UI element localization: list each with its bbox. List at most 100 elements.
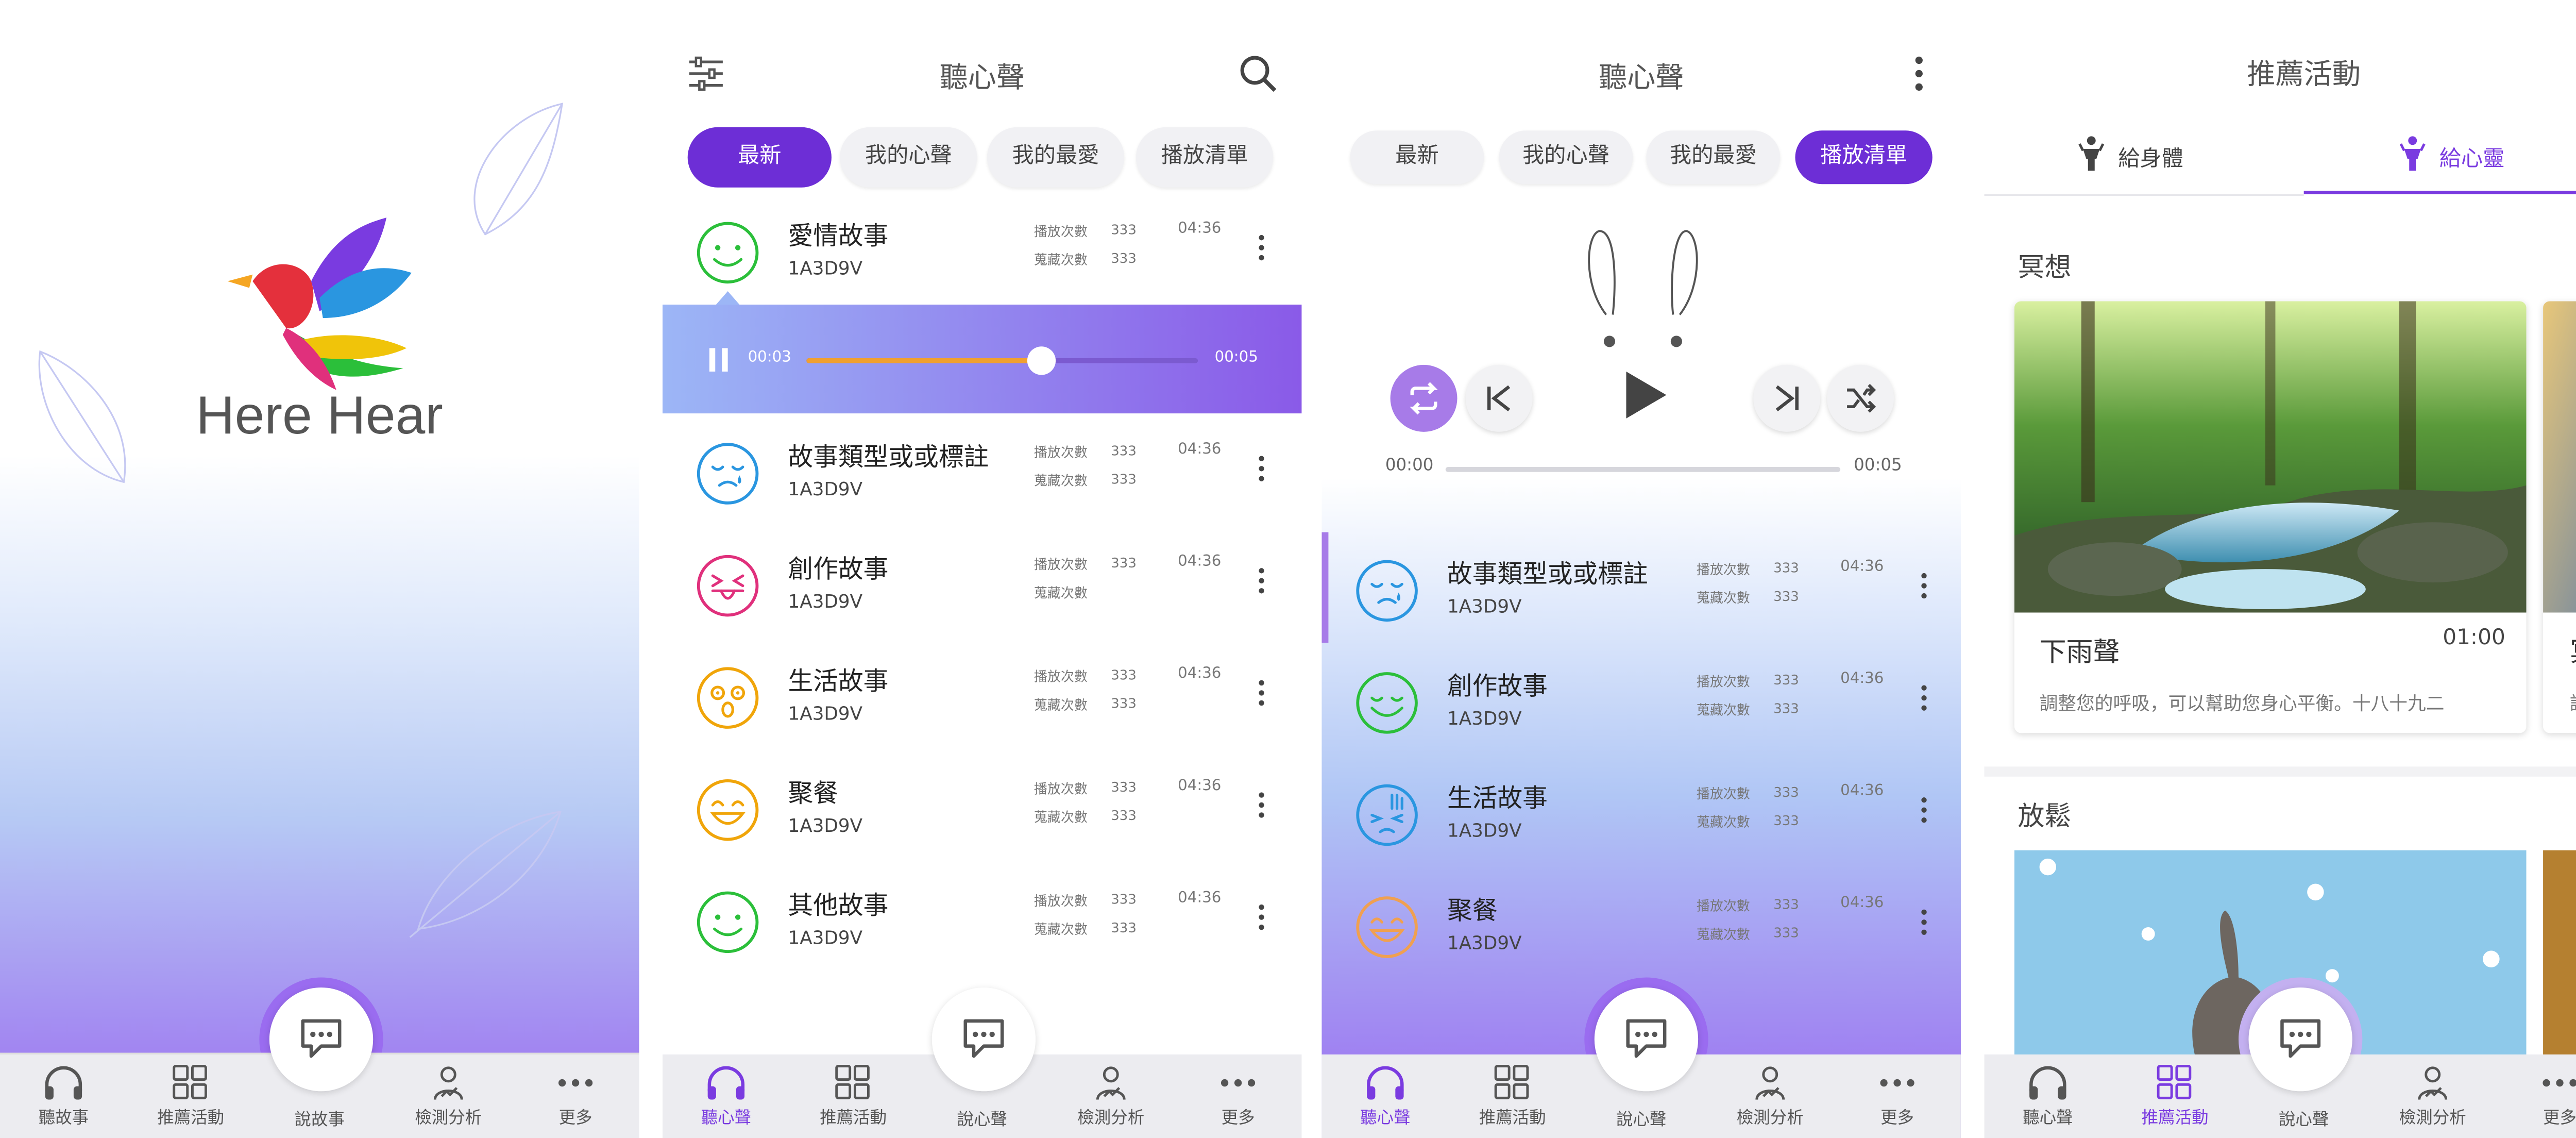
nav-label: 聽故事 — [38, 1110, 89, 1128]
progress-fill — [806, 358, 1042, 363]
favs-count: 333 — [1111, 921, 1137, 936]
activity-card-peek[interactable]: 冥想 調整您 — [2543, 301, 2576, 733]
story-list-item[interactable]: 生活故事 1A3D9V 播放次數 333 蒐藏次數 333 04:36 — [1321, 777, 1961, 884]
item-more-button[interactable] — [1257, 792, 1266, 825]
tab-latest[interactable]: 最新 — [687, 127, 832, 188]
more-vertical-icon[interactable] — [1919, 573, 1929, 599]
item-title: 創作故事 — [788, 554, 889, 584]
nav-analysis[interactable]: 檢測分析 — [1047, 1055, 1175, 1138]
nav-listen[interactable]: 聽心聲 — [663, 1055, 790, 1138]
mood-face — [696, 221, 759, 291]
repeat-button[interactable] — [1390, 364, 1458, 432]
plays-count: 333 — [1111, 667, 1137, 683]
tab-playlist[interactable]: 播放清單 — [1795, 130, 1933, 185]
story-list-item[interactable]: 聚餐 1A3D9V 播放次數 333 蒐藏次數 333 04:36 — [663, 772, 1302, 879]
progress-track[interactable] — [806, 346, 1198, 375]
more-vertical-icon[interactable] — [1257, 679, 1266, 706]
play-icon[interactable] — [1619, 368, 1669, 422]
page-title: 聽心聲 — [1598, 62, 1684, 96]
tab-favorites[interactable]: 我的最愛 — [1646, 130, 1781, 185]
nav-label: 推薦活動 — [2141, 1110, 2209, 1128]
shuffle-button[interactable] — [1827, 364, 1894, 432]
nav-label: 推薦活動 — [157, 1110, 225, 1128]
nav-label: 更多 — [1880, 1110, 1914, 1128]
nav-listen[interactable]: 聽心聲 — [1321, 1055, 1449, 1138]
speak-fab-button[interactable] — [931, 987, 1036, 1092]
item-more-button[interactable] — [1257, 235, 1266, 268]
item-more-button[interactable] — [1257, 679, 1266, 713]
nav-more[interactable]: 更多 — [2496, 1055, 2576, 1138]
favs-count: 333 — [1111, 251, 1137, 266]
more-vertical-icon[interactable] — [1919, 909, 1929, 935]
prev-button[interactable] — [1465, 364, 1533, 432]
progress-knob[interactable] — [1028, 346, 1057, 375]
nav-activities[interactable]: 推薦活動 — [2111, 1055, 2239, 1138]
speak-fab-button[interactable] — [269, 987, 374, 1092]
nav-activities[interactable]: 推薦活動 — [127, 1055, 255, 1138]
item-title: 生活故事 — [788, 666, 889, 696]
item-duration: 04:36 — [1840, 783, 1884, 800]
tab-playlist[interactable]: 播放清單 — [1136, 127, 1274, 188]
story-list-item[interactable]: 故事類型或或標註 1A3D9V 播放次數 333 蒐藏次數 333 04:36 — [1321, 553, 1961, 660]
progress-track[interactable] — [1445, 467, 1841, 472]
playlist-screen: 聽心聲 最新 我的心聲 我的最愛 播放清單 00:00 00:05 故事類型或或… — [1321, 0, 1961, 1138]
nav-more[interactable]: 更多 — [1175, 1055, 1302, 1138]
sad-face-icon — [697, 443, 759, 505]
story-list-item[interactable]: 其他故事 1A3D9V 播放次數 333 蒐藏次數 333 04:36 — [663, 884, 1302, 991]
nav-analysis[interactable]: 檢測分析 — [2369, 1055, 2496, 1138]
more-dots-icon — [558, 1079, 593, 1087]
item-more-button[interactable] — [1257, 567, 1266, 601]
item-more-button[interactable] — [1919, 684, 1929, 718]
nav-label: 說心聲 — [957, 1111, 1007, 1130]
more-vertical-icon[interactable] — [1257, 567, 1266, 594]
nav-activities[interactable]: 推薦活動 — [1449, 1055, 1576, 1138]
nav-listen[interactable]: 聽心聲 — [1984, 1055, 2111, 1138]
search-icon[interactable] — [1238, 54, 1278, 94]
nav-more[interactable]: 更多 — [512, 1055, 639, 1138]
item-more-button[interactable] — [1919, 909, 1929, 942]
tab-favorites[interactable]: 我的最愛 — [987, 127, 1125, 188]
tab-divider — [1984, 194, 2304, 196]
speak-fab-button[interactable] — [2248, 987, 2352, 1092]
item-id: 1A3D9V — [788, 815, 863, 837]
tab-my-voice[interactable]: 我的心聲 — [1499, 130, 1633, 185]
nav-analysis[interactable]: 檢測分析 — [385, 1055, 512, 1138]
more-vertical-icon[interactable] — [1257, 455, 1266, 482]
item-more-button[interactable] — [1257, 904, 1266, 938]
story-list-item[interactable]: 創作故事 1A3D9V 播放次數 333 蒐藏次數 04:36 — [663, 547, 1302, 655]
mood-face — [696, 554, 759, 624]
item-more-button[interactable] — [1919, 797, 1929, 830]
tab-latest[interactable]: 最新 — [1350, 130, 1484, 185]
tab-body[interactable]: 給身體 — [1984, 124, 2303, 194]
more-vertical-icon[interactable] — [1919, 684, 1929, 711]
item-more-button[interactable] — [1257, 455, 1266, 489]
story-list-item[interactable]: 創作故事 1A3D9V 播放次數 333 蒐藏次數 333 04:36 — [1321, 664, 1961, 772]
favs-label: 蒐藏次數 — [1033, 585, 1088, 601]
more-vertical-icon[interactable] — [1257, 235, 1266, 261]
chat-bubble-icon — [2280, 1019, 2321, 1058]
more-vertical-icon[interactable] — [1257, 792, 1266, 818]
more-vertical-icon[interactable] — [1919, 797, 1929, 824]
speak-fab-button[interactable] — [1594, 987, 1699, 1092]
nav-activities[interactable]: 推薦活動 — [790, 1055, 917, 1138]
more-vertical-icon[interactable] — [1257, 904, 1266, 931]
headphones-icon — [45, 1066, 82, 1100]
nav-more[interactable]: 更多 — [1834, 1055, 1961, 1138]
skip-next-icon — [1775, 385, 1799, 412]
nav-listen[interactable]: 聽故事 — [0, 1055, 127, 1138]
favs-label: 蒐藏次數 — [1696, 702, 1750, 718]
nav-analysis[interactable]: 檢測分析 — [1706, 1055, 1834, 1138]
person-chart-icon — [2418, 1066, 2448, 1100]
next-button[interactable] — [1753, 364, 1821, 432]
favs-count: 333 — [1773, 925, 1799, 941]
activity-card[interactable]: 下雨聲 01:00 調整您的呼吸，可以幫助您身心平衡。十八十九二 — [2014, 301, 2527, 733]
pause-icon[interactable] — [708, 346, 731, 373]
item-more-button[interactable] — [1919, 573, 1929, 606]
tab-mind[interactable]: 給心靈 — [2303, 124, 2576, 194]
tab-my-voice[interactable]: 我的心聲 — [840, 127, 977, 188]
story-list-item[interactable]: 故事類型或或標註 1A3D9V 播放次數 333 蒐藏次數 333 04:36 — [663, 435, 1302, 542]
item-duration: 04:36 — [1840, 671, 1884, 688]
more-vertical-icon[interactable] — [1911, 54, 1927, 94]
story-list-item[interactable]: 生活故事 1A3D9V 播放次數 333 蒐藏次數 333 04:36 — [663, 659, 1302, 766]
more-dots-icon — [1880, 1079, 1914, 1087]
